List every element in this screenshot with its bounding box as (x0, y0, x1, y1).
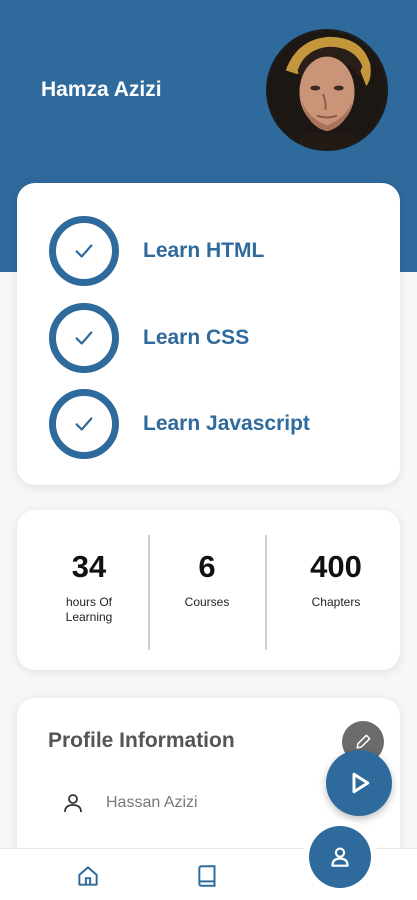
profile-row-name: Hassan Azizi (61, 791, 198, 815)
check-icon (49, 303, 119, 373)
book-icon (198, 865, 216, 887)
check-icon (49, 216, 119, 286)
course-item-javascript[interactable]: Learn Javascript (49, 389, 310, 459)
stat-courses: 6 Courses (157, 510, 257, 670)
play-icon (352, 772, 370, 794)
nav-item-profile[interactable] (309, 826, 371, 888)
course-label: Learn Javascript (143, 412, 310, 435)
course-label: Learn CSS (143, 326, 250, 349)
user-name: Hamza Azizi (41, 78, 162, 101)
stat-divider (265, 535, 267, 650)
stat-value: 400 (310, 549, 362, 584)
stat-label: hours Of Learning (65, 595, 113, 624)
pencil-icon (356, 734, 371, 749)
course-item-html[interactable]: Learn HTML (49, 216, 264, 286)
stat-value: 34 (71, 549, 107, 584)
nav-item-home[interactable] (73, 861, 103, 891)
person-icon (64, 794, 82, 813)
user-avatar[interactable] (266, 29, 388, 151)
home-icon (78, 866, 98, 886)
profile-title: Profile Information (48, 729, 235, 752)
stat-divider (148, 535, 150, 650)
stats-card: 34 hours Of Learning 6 Courses 400 Chapt… (17, 510, 400, 670)
play-button[interactable] (326, 750, 392, 816)
course-item-css[interactable]: Learn CSS (49, 303, 249, 373)
stat-value: 6 (198, 549, 216, 584)
course-label: Learn HTML (143, 239, 265, 262)
stat-label: Chapters (311, 595, 361, 609)
profile-icon (331, 847, 349, 867)
stat-label: Courses (184, 595, 230, 609)
stat-hours: 34 hours Of Learning (39, 510, 139, 670)
courses-card: Learn HTML Learn CSS Learn Javascript (17, 183, 400, 485)
avatar-photo-icon (268, 31, 386, 149)
stat-chapters: 400 Chapters (285, 510, 387, 670)
check-icon (49, 389, 119, 459)
profile-name-value: Hassan Azizi (106, 794, 198, 811)
nav-item-courses[interactable] (193, 861, 223, 891)
